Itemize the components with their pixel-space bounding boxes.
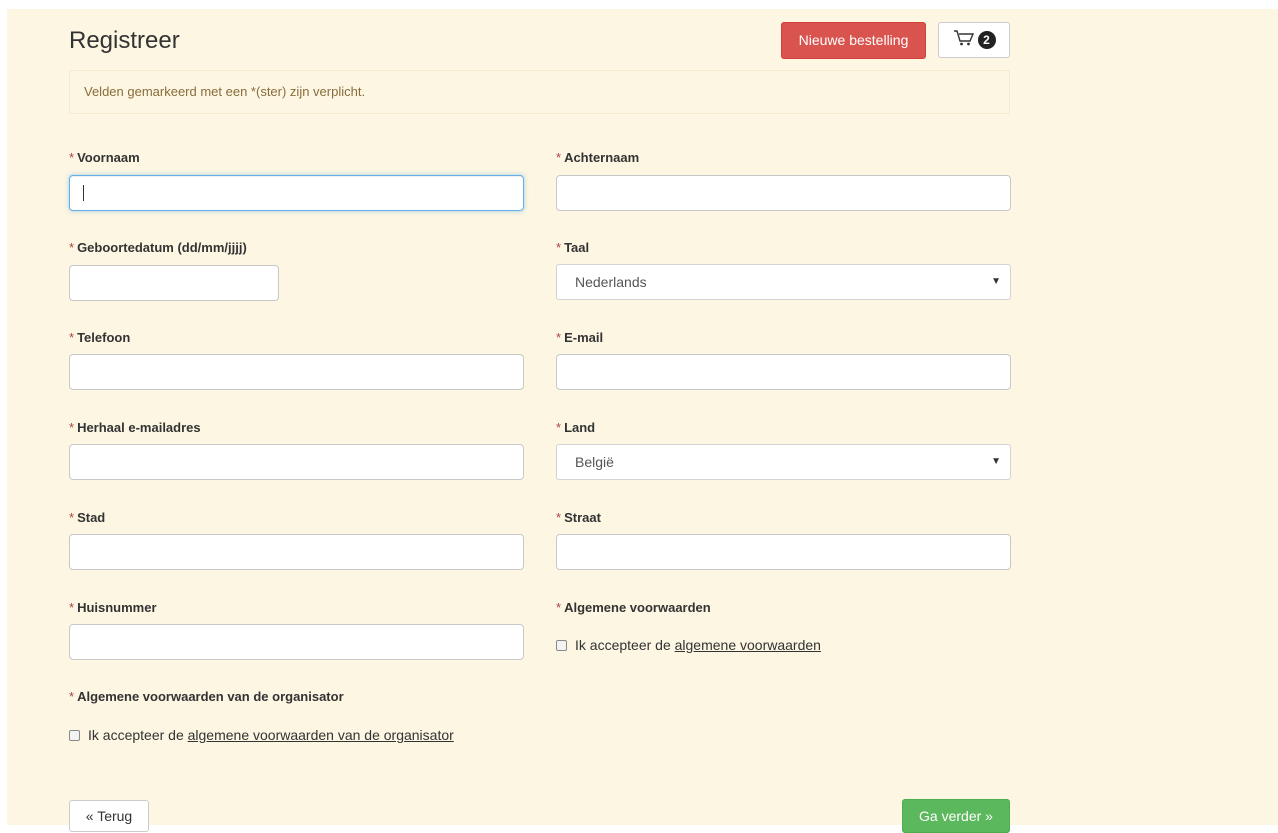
required-mark: * xyxy=(556,510,562,525)
required-mark: * xyxy=(69,240,75,255)
land-label: * Land xyxy=(556,420,596,435)
land-select[interactable]: België ▼ xyxy=(556,444,1011,480)
chevron-down-icon: ▼ xyxy=(991,456,1001,467)
voornaam-input[interactable] xyxy=(69,175,524,211)
required-mark: * xyxy=(556,240,562,255)
straat-label: * Straat xyxy=(556,510,601,525)
required-mark: * xyxy=(69,510,75,525)
text-cursor xyxy=(83,185,84,201)
email-label: * E-mail xyxy=(556,330,604,345)
terms-link[interactable]: algemene voorwaarden xyxy=(675,637,821,653)
achternaam-label: * Achternaam xyxy=(556,150,640,165)
geboortedatum-label: * Geboortedatum (dd/mm/jjjj) xyxy=(69,240,247,255)
required-mark: * xyxy=(69,330,75,345)
huisnummer-label: * Huisnummer xyxy=(69,600,157,615)
required-mark: * xyxy=(556,420,562,435)
back-button[interactable]: « Terug xyxy=(69,800,149,832)
shopping-cart-icon xyxy=(953,29,975,52)
page-title: Registreer xyxy=(69,27,180,54)
taal-label: * Taal xyxy=(556,240,590,255)
stad-label: * Stad xyxy=(69,510,106,525)
required-mark: * xyxy=(69,689,75,704)
new-order-button[interactable]: Nieuwe bestelling xyxy=(781,22,926,59)
terms-checkbox[interactable] xyxy=(556,639,567,651)
chevron-down-icon: ▼ xyxy=(991,276,1001,287)
herhaal-email-label: * Herhaal e-mailadres xyxy=(69,420,201,435)
achternaam-input[interactable] xyxy=(556,175,1011,211)
required-mark: * xyxy=(69,150,75,165)
organizer-terms-checkbox[interactable] xyxy=(69,729,80,741)
required-mark: * xyxy=(69,420,75,435)
terms-checkbox-row: Ik accepteer de algemene voorwaarden xyxy=(556,637,821,653)
organizer-terms-link[interactable]: algemene voorwaarden van de organisator xyxy=(188,727,454,743)
required-mark: * xyxy=(556,330,562,345)
terms-label: * Algemene voorwaarden xyxy=(556,600,711,615)
required-mark: * xyxy=(556,600,562,615)
voornaam-label: * Voornaam xyxy=(69,150,140,165)
organizer-terms-label: * Algemene voorwaarden van de organisator xyxy=(69,689,344,704)
taal-select[interactable]: Nederlands ▼ xyxy=(556,264,1011,300)
email-input[interactable] xyxy=(556,354,1011,390)
organizer-terms-checkbox-row: Ik accepteer de algemene voorwaarden van… xyxy=(69,727,454,743)
geboortedatum-input[interactable] xyxy=(69,265,279,301)
herhaal-email-input[interactable] xyxy=(69,444,524,480)
required-mark: * xyxy=(69,600,75,615)
stad-input[interactable] xyxy=(69,534,524,570)
telefoon-label: * Telefoon xyxy=(69,330,131,345)
cart-button[interactable]: 2 xyxy=(938,22,1010,58)
continue-button[interactable]: Ga verder » xyxy=(902,799,1010,833)
required-mark: * xyxy=(556,150,562,165)
straat-input[interactable] xyxy=(556,534,1011,570)
required-fields-notice: Velden gemarkeerd met een *(ster) zijn v… xyxy=(69,70,1010,114)
cart-count-badge: 2 xyxy=(977,31,996,49)
huisnummer-input[interactable] xyxy=(69,624,524,660)
telefoon-input[interactable] xyxy=(69,354,524,390)
